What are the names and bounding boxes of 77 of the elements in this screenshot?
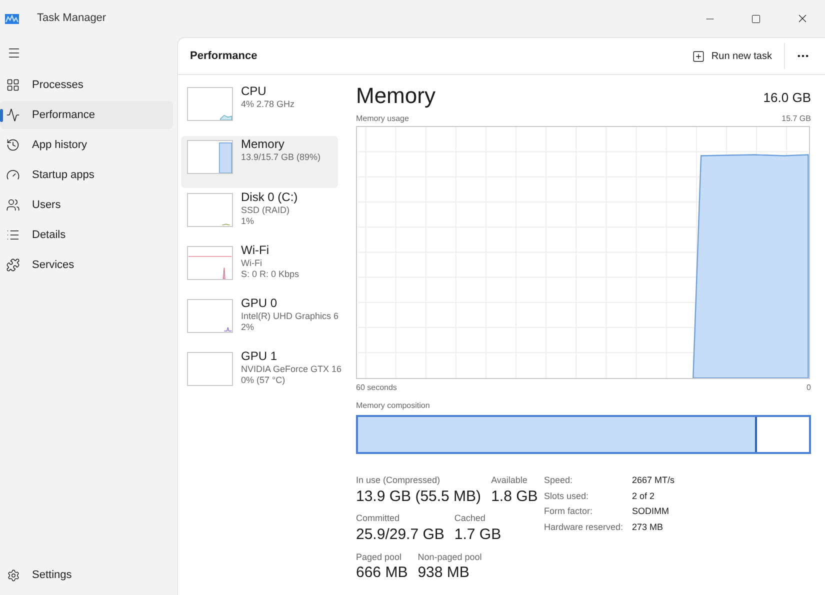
window-title: Task Manager <box>37 11 106 26</box>
spec-value: 2667 MT/s <box>632 474 675 487</box>
stat-label: Available <box>491 474 528 487</box>
device-detail: 4% 2.78 GHz <box>241 99 295 110</box>
spec-label: Hardware reserved: <box>544 520 624 534</box>
device-detail: SSD (RAID) <box>241 205 291 216</box>
spec-label: Form factor: <box>544 505 594 518</box>
spec-label: Slots used: <box>544 490 590 502</box>
device-detail: 13.9/15.7 GB (89%) <box>241 152 321 164</box>
device-name: GPU 0 <box>241 296 278 311</box>
stat-label: Committed <box>356 512 401 526</box>
sidebar-item[interactable]: Users <box>0 191 173 219</box>
mini-graph <box>187 193 233 227</box>
stat-label: Paged pool <box>356 550 403 564</box>
stat-label: In use (Compressed) <box>356 474 442 487</box>
history-icon <box>6 138 20 152</box>
spec-value: 2 of 2 <box>632 490 656 502</box>
puzzle-icon <box>6 258 20 272</box>
device-name: Wi-Fi <box>241 243 270 258</box>
spec-value: SODIMM <box>632 505 670 518</box>
settings-item[interactable]: Settings <box>0 561 177 589</box>
device-item[interactable]: Disk 0 (C:) SSD (RAID) 1% <box>181 189 338 241</box>
device-detail: NVIDIA GeForce GTX 16 <box>241 364 342 376</box>
pulse-icon <box>6 108 20 122</box>
chart-max: 15.7 GB <box>782 113 811 125</box>
time-axis-end: 0 <box>806 382 811 394</box>
sidebar-item[interactable]: Processes <box>0 71 173 99</box>
device-name: Memory <box>241 137 286 152</box>
stat-value: 13.9 GB (55.5 MB) <box>356 488 482 506</box>
page-title: Performance <box>190 48 258 64</box>
mini-graph <box>187 299 233 333</box>
stat-label: Cached <box>454 512 486 526</box>
users-icon <box>6 198 20 212</box>
stat-value: 1.7 GB <box>454 526 502 544</box>
spec-label: Speed: <box>544 474 574 487</box>
device-name: CPU <box>241 84 268 99</box>
time-axis-start: 60 seconds <box>356 382 397 394</box>
sidebar-item[interactable]: Startup apps <box>0 161 173 189</box>
device-item[interactable]: Memory 13.9/15.7 GB (89%) <box>181 136 338 188</box>
device-item[interactable]: CPU 4% 2.78 GHz <box>181 83 338 135</box>
sidebar-item[interactable]: Details <box>0 221 173 249</box>
device-detail: Intel(R) UHD Graphics 6 <box>241 311 339 322</box>
device-name: GPU 1 <box>241 349 278 364</box>
detail-title: Memory <box>356 85 436 107</box>
menu-icon <box>7 46 21 60</box>
sidebar-item[interactable]: Performance <box>0 101 173 129</box>
empty-graph <box>187 352 233 386</box>
sidebar-item[interactable]: Services <box>0 251 173 279</box>
new-task-icon <box>692 50 706 62</box>
device-detail: 0% (57 °C) <box>241 375 286 386</box>
stat-value: 938 MB <box>418 564 470 583</box>
device-detail: 2% <box>241 322 256 334</box>
mini-graph <box>187 87 233 121</box>
grid-icon <box>6 78 20 92</box>
spec-value: 273 MB <box>632 520 664 534</box>
run-new-task-button[interactable]: Run new task <box>688 44 776 68</box>
composition-label: Memory composition <box>356 400 431 412</box>
device-detail: Wi-Fi <box>241 258 263 270</box>
device-detail: 1% <box>241 216 256 228</box>
app-icon <box>5 14 19 24</box>
gauge-icon <box>6 168 20 182</box>
mini-graph <box>187 140 233 174</box>
device-item[interactable]: GPU 0 Intel(R) UHD Graphics 6 2% <box>181 295 338 347</box>
chart-label: Memory usage <box>356 113 409 125</box>
mini-graph <box>187 246 233 280</box>
stat-value: 1.8 GB <box>491 488 538 506</box>
selection-indicator <box>0 109 3 122</box>
device-detail: S: 0 R: 0 Kbps <box>241 269 300 280</box>
stat-value: 25.9/29.7 GB <box>356 526 444 544</box>
total-memory: 16.0 GB <box>763 88 811 106</box>
sidebar-item[interactable]: App history <box>0 131 173 159</box>
stat-value: 666 MB <box>356 564 408 583</box>
device-item[interactable]: Wi-Fi Wi-Fi S: 0 R: 0 Kbps <box>181 242 338 294</box>
stat-label: Non-paged pool <box>418 550 482 564</box>
device-name: Disk 0 (C:) <box>241 190 298 205</box>
maximize-icon <box>751 14 761 24</box>
settings-icon <box>7 568 20 582</box>
